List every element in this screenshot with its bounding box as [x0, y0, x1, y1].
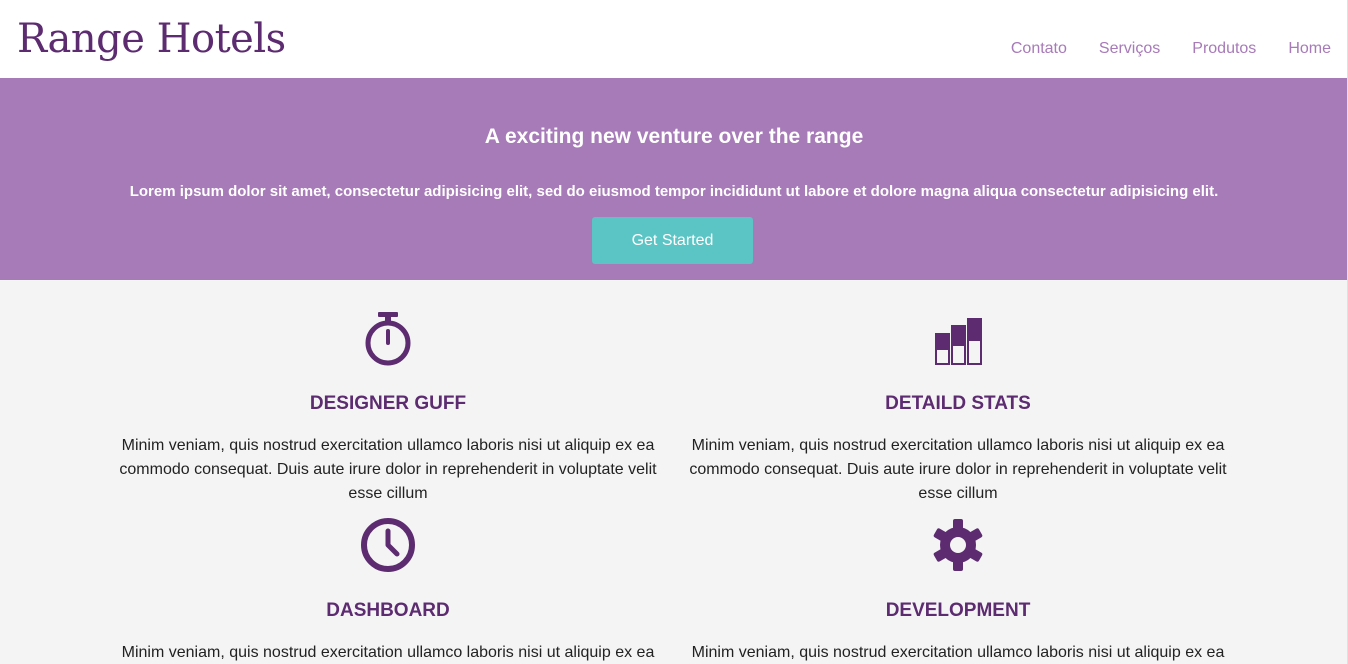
- main-nav: Contato Serviços Produtos Home: [979, 39, 1331, 59]
- feature-text: Minim veniam, quis nostrud exercitation …: [691, 644, 1225, 661]
- feature-title: DESIGNER GUFF: [309, 393, 467, 414]
- hero-text: Lorem ipsum dolor sit amet, consectetur …: [129, 183, 1219, 200]
- feature-card: DASHBOARD Minim veniam, quis nostrud exe…: [108, 517, 668, 664]
- nav-link-contato[interactable]: Contato: [1011, 39, 1067, 59]
- feature-card: DETAILD STATS Minim veniam, quis nostrud…: [678, 310, 1238, 506]
- site-logo[interactable]: Range Hotels: [17, 10, 286, 68]
- nav-link-servicos[interactable]: Serviços: [1099, 39, 1160, 59]
- feature-title: DETAILD STATS: [885, 393, 1031, 414]
- nav-link-produtos[interactable]: Produtos: [1192, 39, 1256, 59]
- feature-text: Minim veniam, quis nostrud exercitation …: [689, 437, 1227, 502]
- feature-title: DASHBOARD: [326, 600, 450, 621]
- stopwatch-icon: [365, 312, 411, 366]
- feature-card: DESIGNER GUFF Minim veniam, quis nostrud…: [108, 310, 668, 506]
- feature-text: Minim veniam, quis nostrud exercitation …: [119, 437, 657, 502]
- clock-icon: [361, 518, 415, 572]
- get-started-button[interactable]: Get Started: [592, 217, 753, 264]
- feature-card: DEVELOPMENT Minim veniam, quis nostrud e…: [678, 517, 1238, 664]
- feature-title: DEVELOPMENT: [885, 600, 1031, 621]
- feature-text: Minim veniam, quis nostrud exercitation …: [121, 644, 655, 661]
- gear-icon: [933, 519, 983, 571]
- hero-title: A exciting new venture over the range: [484, 125, 864, 148]
- hero-banner: A exciting new venture over the range Lo…: [0, 78, 1348, 280]
- bar-chart-icon: [935, 318, 982, 365]
- site-header: Range Hotels Contato Serviços Produtos H…: [0, 0, 1348, 78]
- nav-link-home[interactable]: Home: [1288, 39, 1331, 59]
